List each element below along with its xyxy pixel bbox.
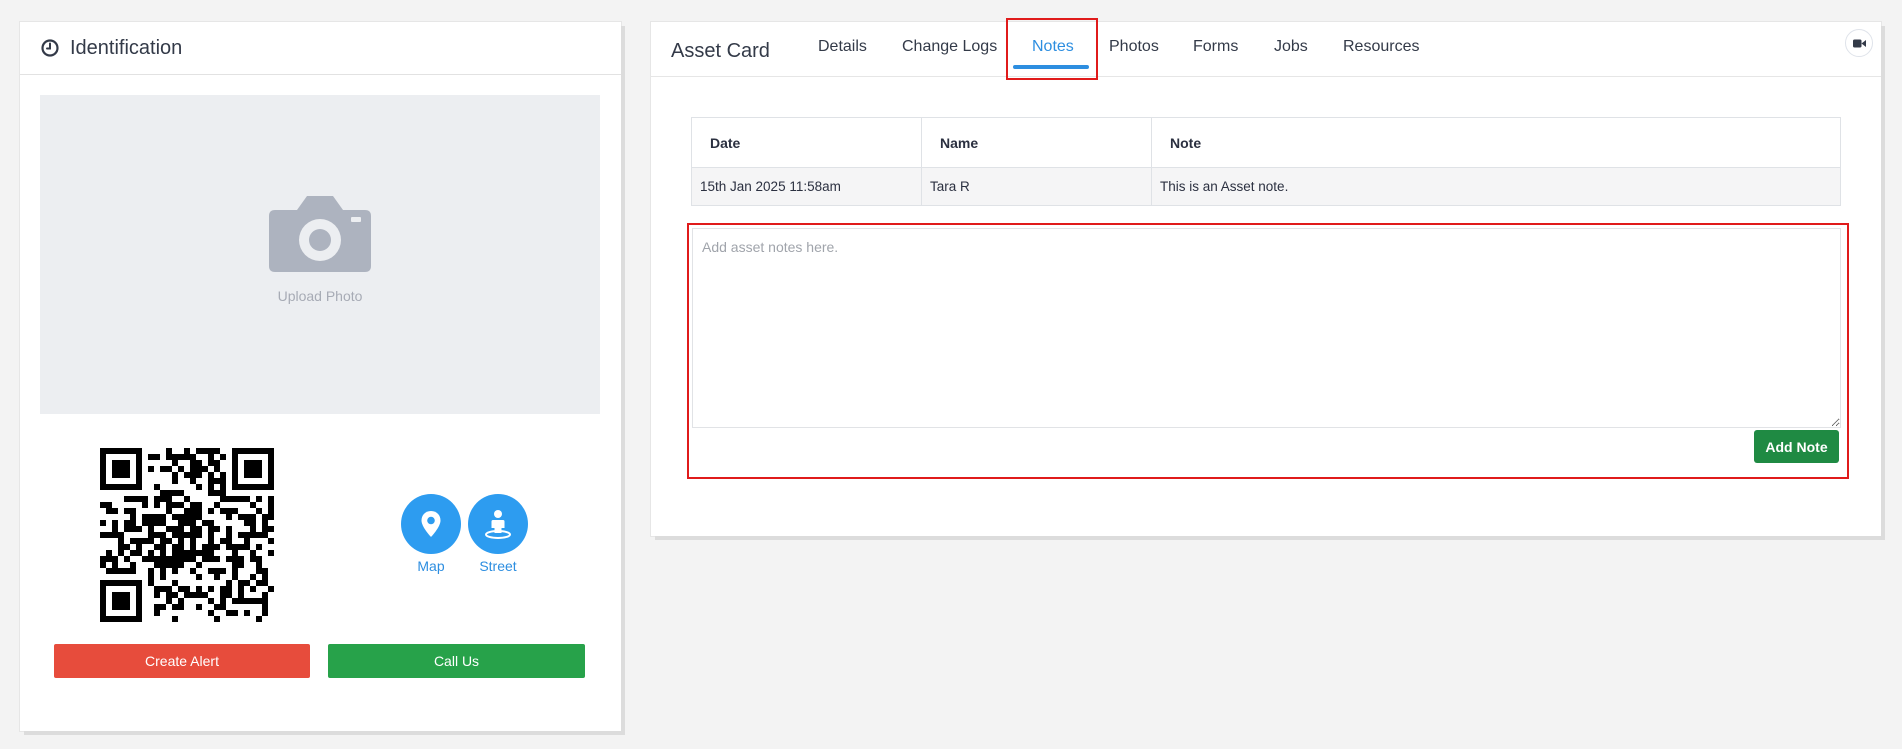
note-name-cell: Tara R <box>921 167 1152 206</box>
tab-change-logs[interactable]: Change Logs <box>902 38 997 56</box>
active-tab-indicator <box>1013 65 1089 69</box>
video-camera-icon <box>1852 39 1866 47</box>
table-header-row: Date Name Note <box>691 117 1841 168</box>
camera-icon <box>269 195 371 272</box>
notes-table: Date Name Note 15th Jan 2025 11:58am Tar… <box>691 117 1841 206</box>
create-alert-button[interactable]: Create Alert <box>54 644 310 678</box>
identification-header: Identification <box>20 22 621 75</box>
tab-jobs[interactable]: Jobs <box>1274 38 1308 56</box>
tab-photos[interactable]: Photos <box>1109 38 1159 56</box>
tab-notes[interactable]: Notes <box>1032 38 1074 56</box>
asset-card-panel: Asset Card Details Change Logs Notes Pho… <box>651 18 1881 536</box>
asset-card-tabs: Details Change Logs Notes Photos Forms J… <box>651 18 1881 80</box>
note-date-cell: 15th Jan 2025 11:58am <box>691 167 922 206</box>
asset-card-header: Asset Card Details Change Logs Notes Pho… <box>651 18 1881 80</box>
upload-photo-label: Upload Photo <box>277 287 363 304</box>
table-row: 15th Jan 2025 11:58am Tara R This is an … <box>691 167 1841 206</box>
tab-forms[interactable]: Forms <box>1193 38 1238 56</box>
upload-photo-area[interactable]: Upload Photo <box>40 95 600 414</box>
add-note-button[interactable]: Add Note <box>1754 430 1839 463</box>
call-us-button[interactable]: Call Us <box>328 644 585 678</box>
qr-code <box>100 448 274 622</box>
map-button[interactable] <box>401 494 461 554</box>
clock-icon <box>40 38 60 58</box>
identification-panel: Identification Upload Photo Map Street C… <box>20 22 621 731</box>
street-view-button[interactable] <box>468 494 528 554</box>
asset-notes-input[interactable] <box>692 228 1841 428</box>
map-pin-icon <box>421 511 441 537</box>
tab-resources[interactable]: Resources <box>1343 38 1419 56</box>
street-view-icon <box>485 510 511 539</box>
column-header-note: Note <box>1151 117 1841 168</box>
tab-details[interactable]: Details <box>818 38 867 56</box>
street-label[interactable]: Street <box>458 558 538 574</box>
video-button[interactable] <box>1845 29 1873 57</box>
column-header-date: Date <box>691 117 922 168</box>
column-header-name: Name <box>921 117 1152 168</box>
identification-title: Identification <box>70 36 183 59</box>
note-text-cell: This is an Asset note. <box>1151 167 1841 206</box>
page: Identification Upload Photo Map Street C… <box>0 0 1902 749</box>
